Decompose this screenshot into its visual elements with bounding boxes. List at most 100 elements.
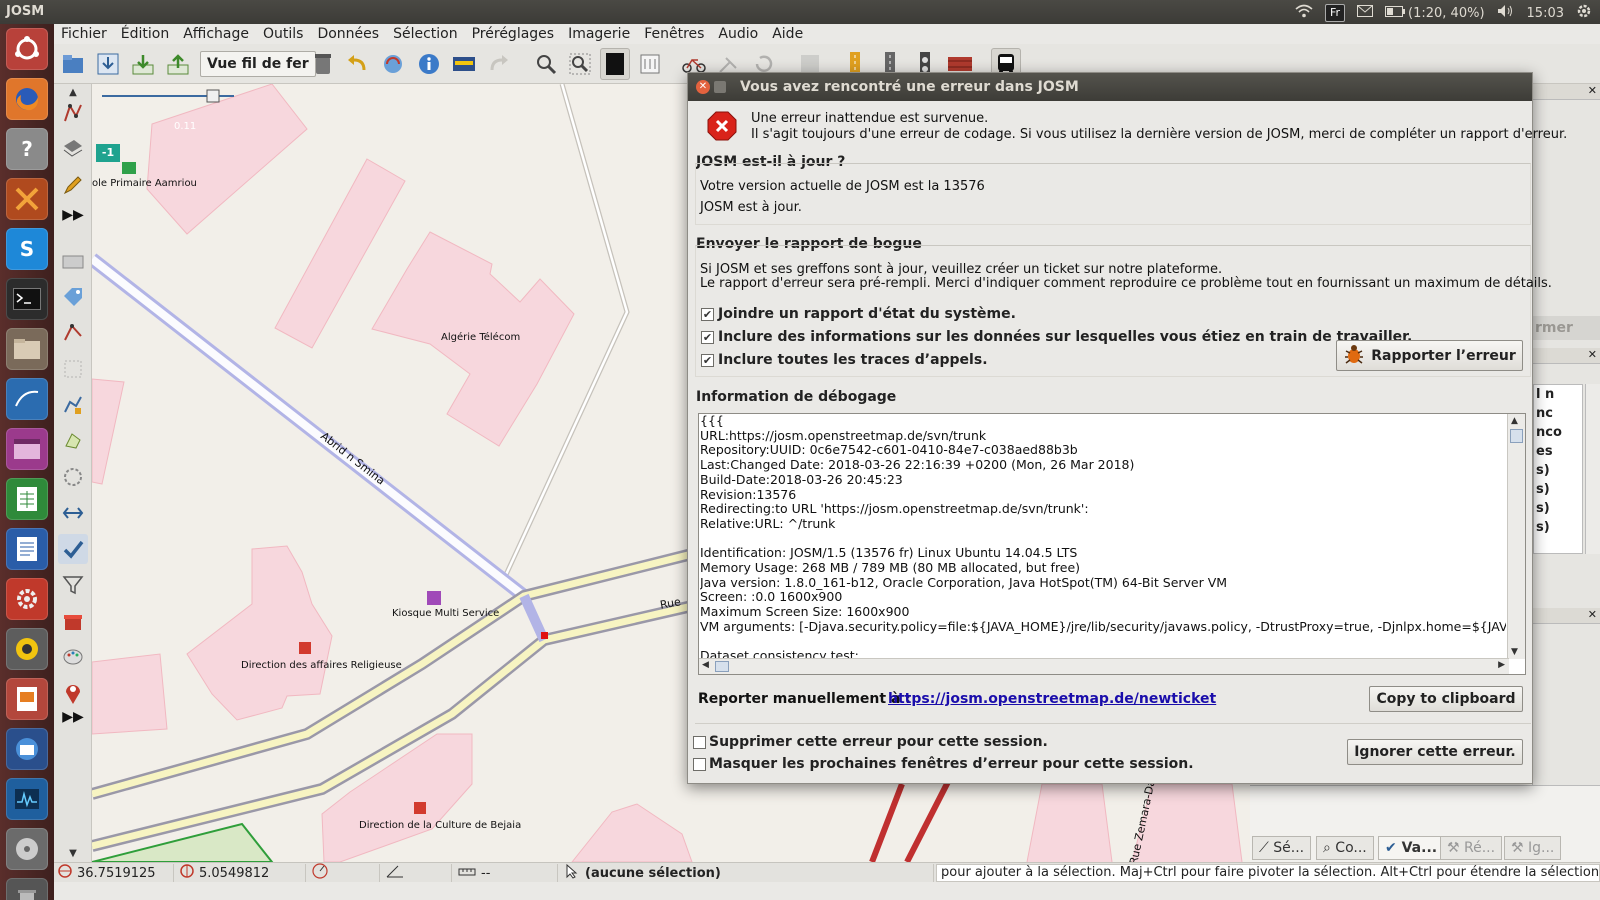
debug-horizontal-scrollbar[interactable]: ◀ ▶ [699, 658, 1509, 674]
tab-ignore[interactable]: ⚒ Ig... [1504, 836, 1562, 860]
report-bug-button[interactable]: Rapporter l’erreur [1336, 340, 1523, 371]
impress-icon[interactable] [6, 678, 48, 720]
undo-icon[interactable] [342, 48, 372, 80]
save-icon[interactable] [93, 48, 123, 80]
menu-fichier[interactable]: Fichier [54, 26, 114, 42]
checkbox-stack-traces-label[interactable]: Inclure toutes les traces d’appels. [718, 352, 988, 368]
update-data-icon[interactable] [378, 48, 408, 80]
menu-edition[interactable]: Édition [114, 26, 176, 42]
scroll-left-arrow-icon[interactable]: ◀ [702, 660, 709, 670]
hscroll-thumb[interactable] [715, 661, 729, 672]
way-nodes-icon[interactable] [58, 318, 88, 348]
more-tools-icon[interactable]: ▶▶ [58, 200, 88, 230]
menu-affichage[interactable]: Affichage [176, 26, 256, 42]
scroll-up-icon[interactable]: ▲ [58, 87, 88, 98]
debug-info-text[interactable]: {{{URL:https://josm.openstreetmap.de/svn… [700, 414, 1506, 659]
menu-outils[interactable]: Outils [256, 26, 310, 42]
settings-icon[interactable] [6, 578, 48, 620]
keyboard-layout-indicator[interactable]: Fr [1325, 4, 1346, 22]
scroll-right-arrow-icon[interactable]: ▶ [1498, 660, 1505, 670]
panel-list-item[interactable]: s) [1536, 480, 1582, 499]
copy-to-clipboard-button[interactable]: Copy to clipboard [1369, 686, 1523, 712]
checkbox-suppress-session-label[interactable]: Supprimer cette erreur pour cette sessio… [709, 734, 1048, 750]
panel-scrollbar[interactable] [1585, 384, 1600, 554]
dialog-maximize-icon[interactable] [714, 81, 726, 93]
help-icon[interactable]: ? [6, 128, 48, 170]
preferences-icon[interactable] [635, 48, 665, 80]
menu-aide[interactable]: Aide [765, 26, 810, 42]
layers-icon[interactable] [449, 48, 479, 80]
upload-icon[interactable] [163, 48, 193, 80]
polygon-tool-icon[interactable] [58, 426, 88, 456]
ubuntu-dash-icon[interactable] [6, 28, 48, 70]
panel-list-item[interactable]: s) [1536, 499, 1582, 518]
tag-icon[interactable] [58, 282, 88, 312]
disk-icon[interactable] [6, 828, 48, 870]
writer-icon[interactable] [6, 528, 48, 570]
zoom-mode-icon[interactable] [58, 134, 88, 164]
panel-list-item[interactable]: nco [1536, 423, 1582, 442]
debug-info-textarea[interactable]: {{{URL:https://josm.openstreetmap.de/svn… [698, 413, 1526, 675]
select-mode-icon[interactable] [58, 98, 88, 128]
menu-audio[interactable]: Audio [711, 26, 765, 42]
tab-validate[interactable]: ✔ Va... [1378, 836, 1445, 860]
panel-close-icon[interactable]: ✕ [1588, 608, 1597, 621]
scroll-up-arrow-icon[interactable]: ▲ [1511, 416, 1518, 426]
rhythmbox-icon[interactable] [6, 628, 48, 670]
align-icon[interactable] [58, 354, 88, 384]
fullscreen-icon[interactable] [600, 48, 630, 80]
files-icon[interactable] [6, 328, 48, 370]
draw-mode-icon[interactable] [58, 170, 88, 200]
panel-close-icon[interactable]: ✕ [1588, 84, 1597, 97]
terminal-icon[interactable] [6, 278, 48, 320]
checkbox-system-status-label[interactable]: Joindre un rapport d'état du système. [718, 306, 1016, 322]
josm-tools-icon[interactable] [6, 178, 48, 220]
checkbox-system-status[interactable]: ✔ [701, 308, 714, 321]
menu-selection[interactable]: Sélection [386, 26, 465, 42]
delete-mode-icon[interactable] [58, 246, 88, 276]
zoom-to-data-icon[interactable] [531, 48, 561, 80]
thunderbird-icon[interactable] [6, 728, 48, 770]
tab-conflict[interactable]: ⌕ Co... [1316, 836, 1374, 860]
more-edit-tools-icon[interactable]: ▶▶ [58, 702, 88, 732]
split-way-icon[interactable] [58, 498, 88, 528]
scroll-down-arrow-icon[interactable]: ▼ [1511, 647, 1518, 657]
spreadsheet-icon[interactable] [6, 478, 48, 520]
ignore-error-button[interactable]: Ignorer cette erreur. [1347, 739, 1523, 765]
menu-fenetres[interactable]: Fenêtres [637, 26, 711, 42]
open-file-icon[interactable] [58, 48, 88, 80]
download-icon[interactable] [128, 48, 158, 80]
filter-icon[interactable] [58, 570, 88, 600]
app-window-icon[interactable] [6, 428, 48, 470]
new-ticket-link[interactable]: https://josm.openstreetmap.de/newticket [888, 691, 1216, 707]
checkbox-suppress-session[interactable] [693, 736, 706, 749]
wireframe-toggle-button[interactable]: Vue fil de fer [200, 51, 316, 77]
purge-icon[interactable] [308, 48, 338, 80]
mysql-workbench-icon[interactable] [6, 378, 48, 420]
tab-resolve[interactable]: ⚒ Ré... [1440, 836, 1503, 860]
checkbox-data-info[interactable]: ✔ [701, 331, 714, 344]
validate-check-icon[interactable] [58, 534, 88, 564]
checkbox-hide-next[interactable] [693, 758, 706, 771]
info-icon[interactable] [414, 48, 444, 80]
volume-icon[interactable] [1497, 4, 1515, 22]
panel-list[interactable]: l n nc nco es s) s) s) s) [1533, 384, 1583, 554]
wifi-icon[interactable] [1295, 4, 1313, 22]
menu-prereglages[interactable]: Préréglages [465, 26, 561, 42]
battery-indicator[interactable]: (1:20, 40%) [1385, 5, 1485, 21]
skype-icon[interactable]: S [6, 228, 48, 270]
palette-icon[interactable] [58, 642, 88, 672]
circle-tool-icon[interactable] [58, 462, 88, 492]
menu-imagerie[interactable]: Imagerie [561, 26, 637, 42]
trash-icon[interactable] [6, 878, 48, 900]
debug-vertical-scrollbar[interactable]: ▲ ▼ [1507, 414, 1525, 659]
mail-icon[interactable] [1357, 5, 1374, 21]
zoom-to-selection-icon[interactable] [565, 48, 595, 80]
clock[interactable]: 15:03 [1527, 6, 1564, 21]
panel-close-icon[interactable]: ✕ [1588, 348, 1597, 361]
menu-donnees[interactable]: Données [310, 26, 386, 42]
panel-list-item[interactable]: es [1536, 442, 1582, 461]
firefox-icon[interactable] [6, 78, 48, 120]
scroll-thumb[interactable] [1510, 429, 1523, 443]
panel-list-item[interactable]: s) [1536, 461, 1582, 480]
